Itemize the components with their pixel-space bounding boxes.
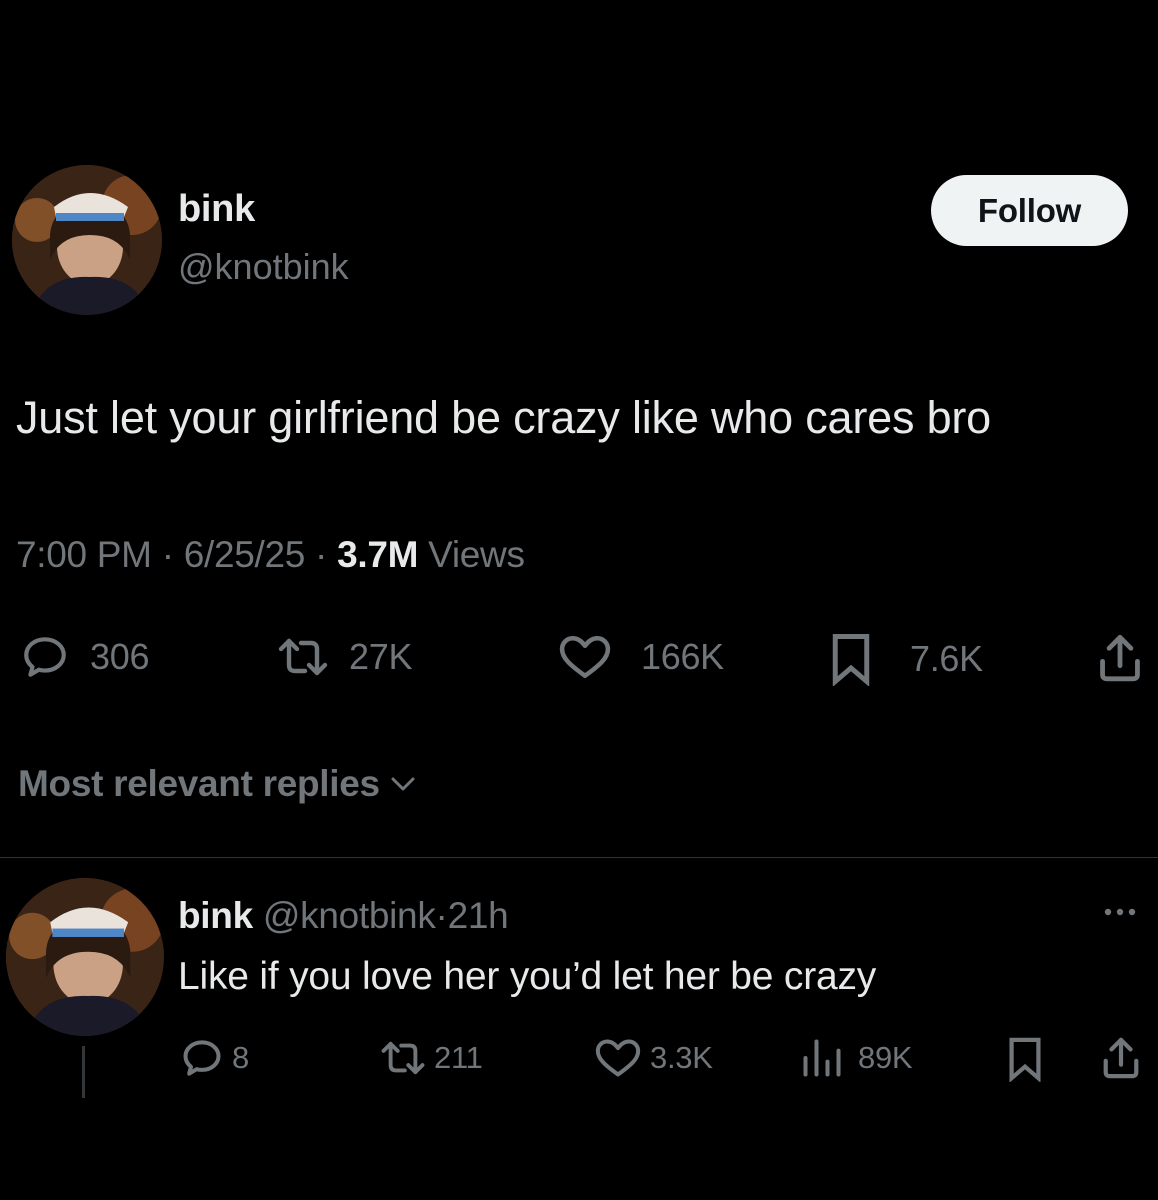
bookmark-icon: [1009, 1037, 1041, 1082]
section-divider: [0, 857, 1158, 858]
speech-bubble-icon: [183, 1040, 221, 1076]
reply-count: 306: [90, 636, 150, 677]
reply-like-action[interactable]: 3.3K: [594, 1036, 713, 1080]
bar-chart-icon: [803, 1039, 841, 1077]
reply-action[interactable]: 306: [20, 632, 149, 682]
tweet-meta: 7:00 PM · 6/25/25 · 3.7M Views: [16, 534, 525, 576]
bookmark-count: 7.6K: [910, 638, 983, 679]
reply-views-action[interactable]: 89K: [800, 1036, 913, 1080]
tweet-text: Just let your girlfriend be crazy like w…: [16, 392, 992, 443]
reply-avatar-image: [6, 878, 164, 1036]
reply-share-button[interactable]: [1100, 1034, 1142, 1080]
bookmark-action[interactable]: 7.6K: [828, 632, 983, 686]
repost-count: 27K: [349, 636, 413, 677]
reply-text: Like if you love her you’d let her be cr…: [178, 955, 877, 998]
repost-action[interactable]: 27K: [277, 632, 412, 682]
reply-sort-label: Most relevant replies: [18, 763, 380, 804]
views-label: Views: [428, 534, 525, 575]
more-dots-icon: [1104, 908, 1136, 916]
tweet-time[interactable]: 7:00 PM: [16, 534, 152, 575]
reply-sort-dropdown[interactable]: Most relevant replies: [18, 763, 418, 805]
repost-arrows-icon: [278, 638, 328, 676]
author-avatar[interactable]: [12, 165, 162, 315]
meta-separator: ·: [315, 534, 328, 575]
share-upload-icon: [1100, 634, 1140, 682]
more-options-button[interactable]: [1100, 900, 1140, 929]
reply-like-count: 3.3K: [650, 1040, 713, 1075]
speech-bubble-icon: [24, 637, 66, 677]
bookmark-icon: [832, 634, 870, 686]
reply-author-handle[interactable]: @knotbink: [263, 895, 436, 936]
repost-arrows-icon: [381, 1041, 425, 1075]
author-handle[interactable]: @knotbink: [178, 246, 349, 288]
reply-reply-action[interactable]: 8: [180, 1036, 249, 1080]
heart-icon: [595, 1039, 641, 1077]
reply-author-name[interactable]: bink: [178, 895, 253, 936]
reply-bookmark-button[interactable]: [1004, 1036, 1046, 1082]
follow-button[interactable]: Follow: [931, 175, 1128, 246]
heart-icon: [559, 635, 611, 679]
tweet-date[interactable]: 6/25/25: [184, 534, 306, 575]
like-action[interactable]: 166K: [557, 632, 724, 682]
meta-separator: ·: [161, 534, 174, 575]
reply-views-count: 89K: [858, 1040, 913, 1075]
reply-header: bink @knotbink·21h: [178, 895, 509, 937]
views-count: 3.7M: [337, 534, 419, 575]
thread-line: [82, 1046, 85, 1098]
avatar-image: [12, 165, 162, 315]
reply-separator: ·: [435, 895, 448, 936]
author-display-name[interactable]: bink: [178, 188, 255, 231]
reply-reply-count: 8: [232, 1040, 249, 1075]
reply-age[interactable]: 21h: [448, 895, 509, 936]
reply-author-avatar[interactable]: [6, 878, 164, 1036]
reply-repost-action[interactable]: 211: [380, 1036, 483, 1080]
reply-repost-count: 211: [434, 1040, 483, 1075]
chevron-down-icon: [391, 777, 415, 791]
share-upload-icon: [1103, 1037, 1139, 1079]
share-button[interactable]: [1096, 630, 1144, 684]
like-count: 166K: [641, 636, 724, 677]
